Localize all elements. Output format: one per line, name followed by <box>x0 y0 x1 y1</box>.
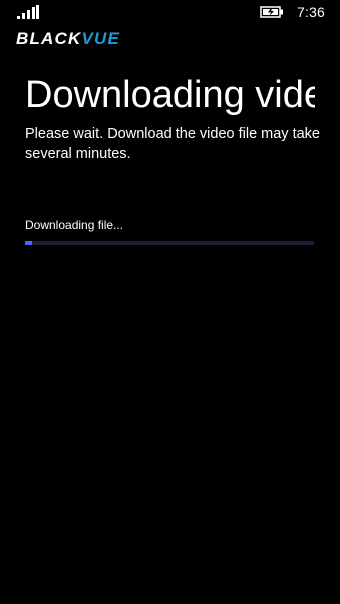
battery-charging-icon <box>260 6 283 18</box>
progress-label: Downloading file... <box>25 218 124 232</box>
wait-message: Please wait. Download the video file may… <box>25 126 320 162</box>
signal-strength-icon <box>17 5 39 19</box>
blackvue-logo: BLACKVUE <box>16 29 121 48</box>
logo-text-black: BLACK <box>16 29 82 48</box>
download-progress-fill <box>25 241 33 245</box>
page-title: Downloading video <box>25 74 315 116</box>
clock: 7:36 <box>297 4 326 20</box>
download-progress-bar <box>25 241 314 245</box>
status-bar: 7:36 <box>0 0 340 26</box>
logo-text-vue: VUE <box>81 29 121 48</box>
